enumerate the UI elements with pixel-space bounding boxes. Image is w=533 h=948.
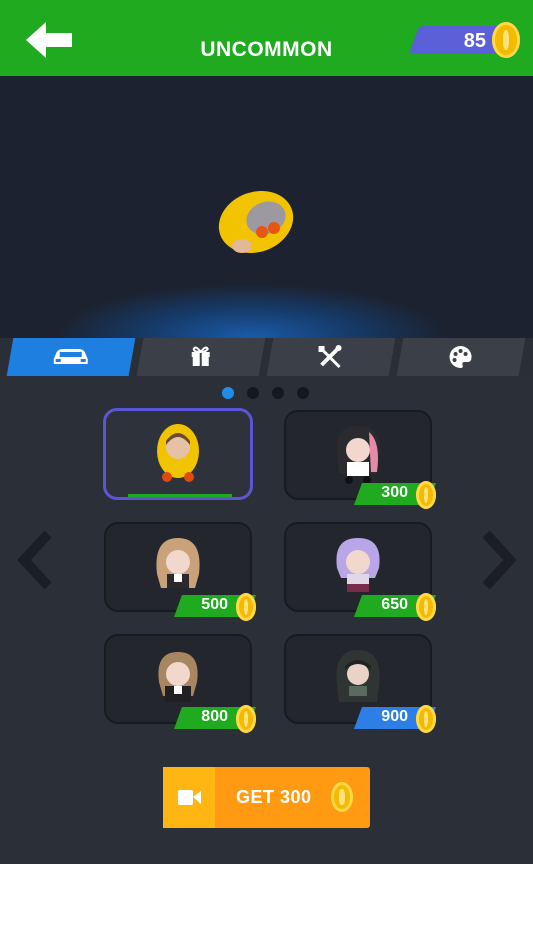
page-indicator bbox=[222, 387, 312, 401]
yellow-hood-plush-image bbox=[157, 424, 199, 482]
next-page-button[interactable] bbox=[476, 530, 520, 590]
previous-page-button[interactable] bbox=[14, 530, 58, 590]
character-preview[interactable] bbox=[0, 76, 533, 338]
blonde-hair-plush-image bbox=[156, 538, 200, 588]
dark-hood-plush-image bbox=[336, 650, 380, 702]
category-tabs bbox=[0, 338, 533, 376]
coin-icon bbox=[416, 593, 436, 621]
chevron-left-icon bbox=[17, 530, 52, 590]
brown-hair-plush-image bbox=[158, 652, 198, 702]
coin-icon bbox=[492, 22, 520, 58]
coin-icon bbox=[236, 593, 256, 621]
purple-hair-plush-image bbox=[336, 538, 380, 592]
page-dot-3[interactable] bbox=[272, 387, 284, 399]
coin-icon bbox=[416, 705, 436, 733]
tools-icon bbox=[318, 345, 342, 369]
price-value: 650 bbox=[381, 596, 408, 613]
tab-gifts[interactable] bbox=[136, 338, 266, 376]
black-pink-hair-plush-image bbox=[336, 426, 380, 484]
price-tag-2: 300 bbox=[353, 481, 437, 509]
price-tag-6: 900 bbox=[353, 705, 437, 733]
price-value: 900 bbox=[381, 708, 408, 725]
gift-icon bbox=[191, 346, 210, 366]
price-tag-5: 800 bbox=[173, 705, 257, 733]
coin-balance: 85 bbox=[408, 22, 520, 58]
coin-icon bbox=[236, 705, 256, 733]
page-dot-1[interactable] bbox=[222, 387, 234, 399]
price-tag-3: 500 bbox=[173, 593, 257, 621]
item-card-1[interactable] bbox=[103, 408, 253, 500]
price-value: 300 bbox=[381, 484, 408, 501]
coin-balance-value: 85 bbox=[463, 30, 486, 52]
tab-paint[interactable] bbox=[396, 338, 526, 376]
tab-vehicles[interactable] bbox=[6, 338, 136, 376]
page-dot-2[interactable] bbox=[247, 387, 259, 399]
coin-icon bbox=[416, 481, 436, 509]
top-bar: UNCOMMON 85 bbox=[0, 0, 533, 76]
chevron-right-icon bbox=[482, 530, 517, 590]
price-value: 500 bbox=[201, 596, 228, 613]
video-camera-icon bbox=[178, 790, 201, 805]
palette-icon bbox=[449, 346, 472, 368]
price-tag-4: 650 bbox=[353, 593, 437, 621]
get-coins-label: GET 300 bbox=[236, 787, 312, 807]
car-icon bbox=[53, 349, 88, 364]
get-coins-video-button[interactable]: GET 300 bbox=[163, 767, 370, 828]
tab-tools[interactable] bbox=[266, 338, 396, 376]
preview-model bbox=[218, 190, 294, 254]
price-value: 800 bbox=[201, 708, 228, 725]
page-dot-4[interactable] bbox=[297, 387, 309, 399]
coin-icon bbox=[331, 782, 353, 812]
